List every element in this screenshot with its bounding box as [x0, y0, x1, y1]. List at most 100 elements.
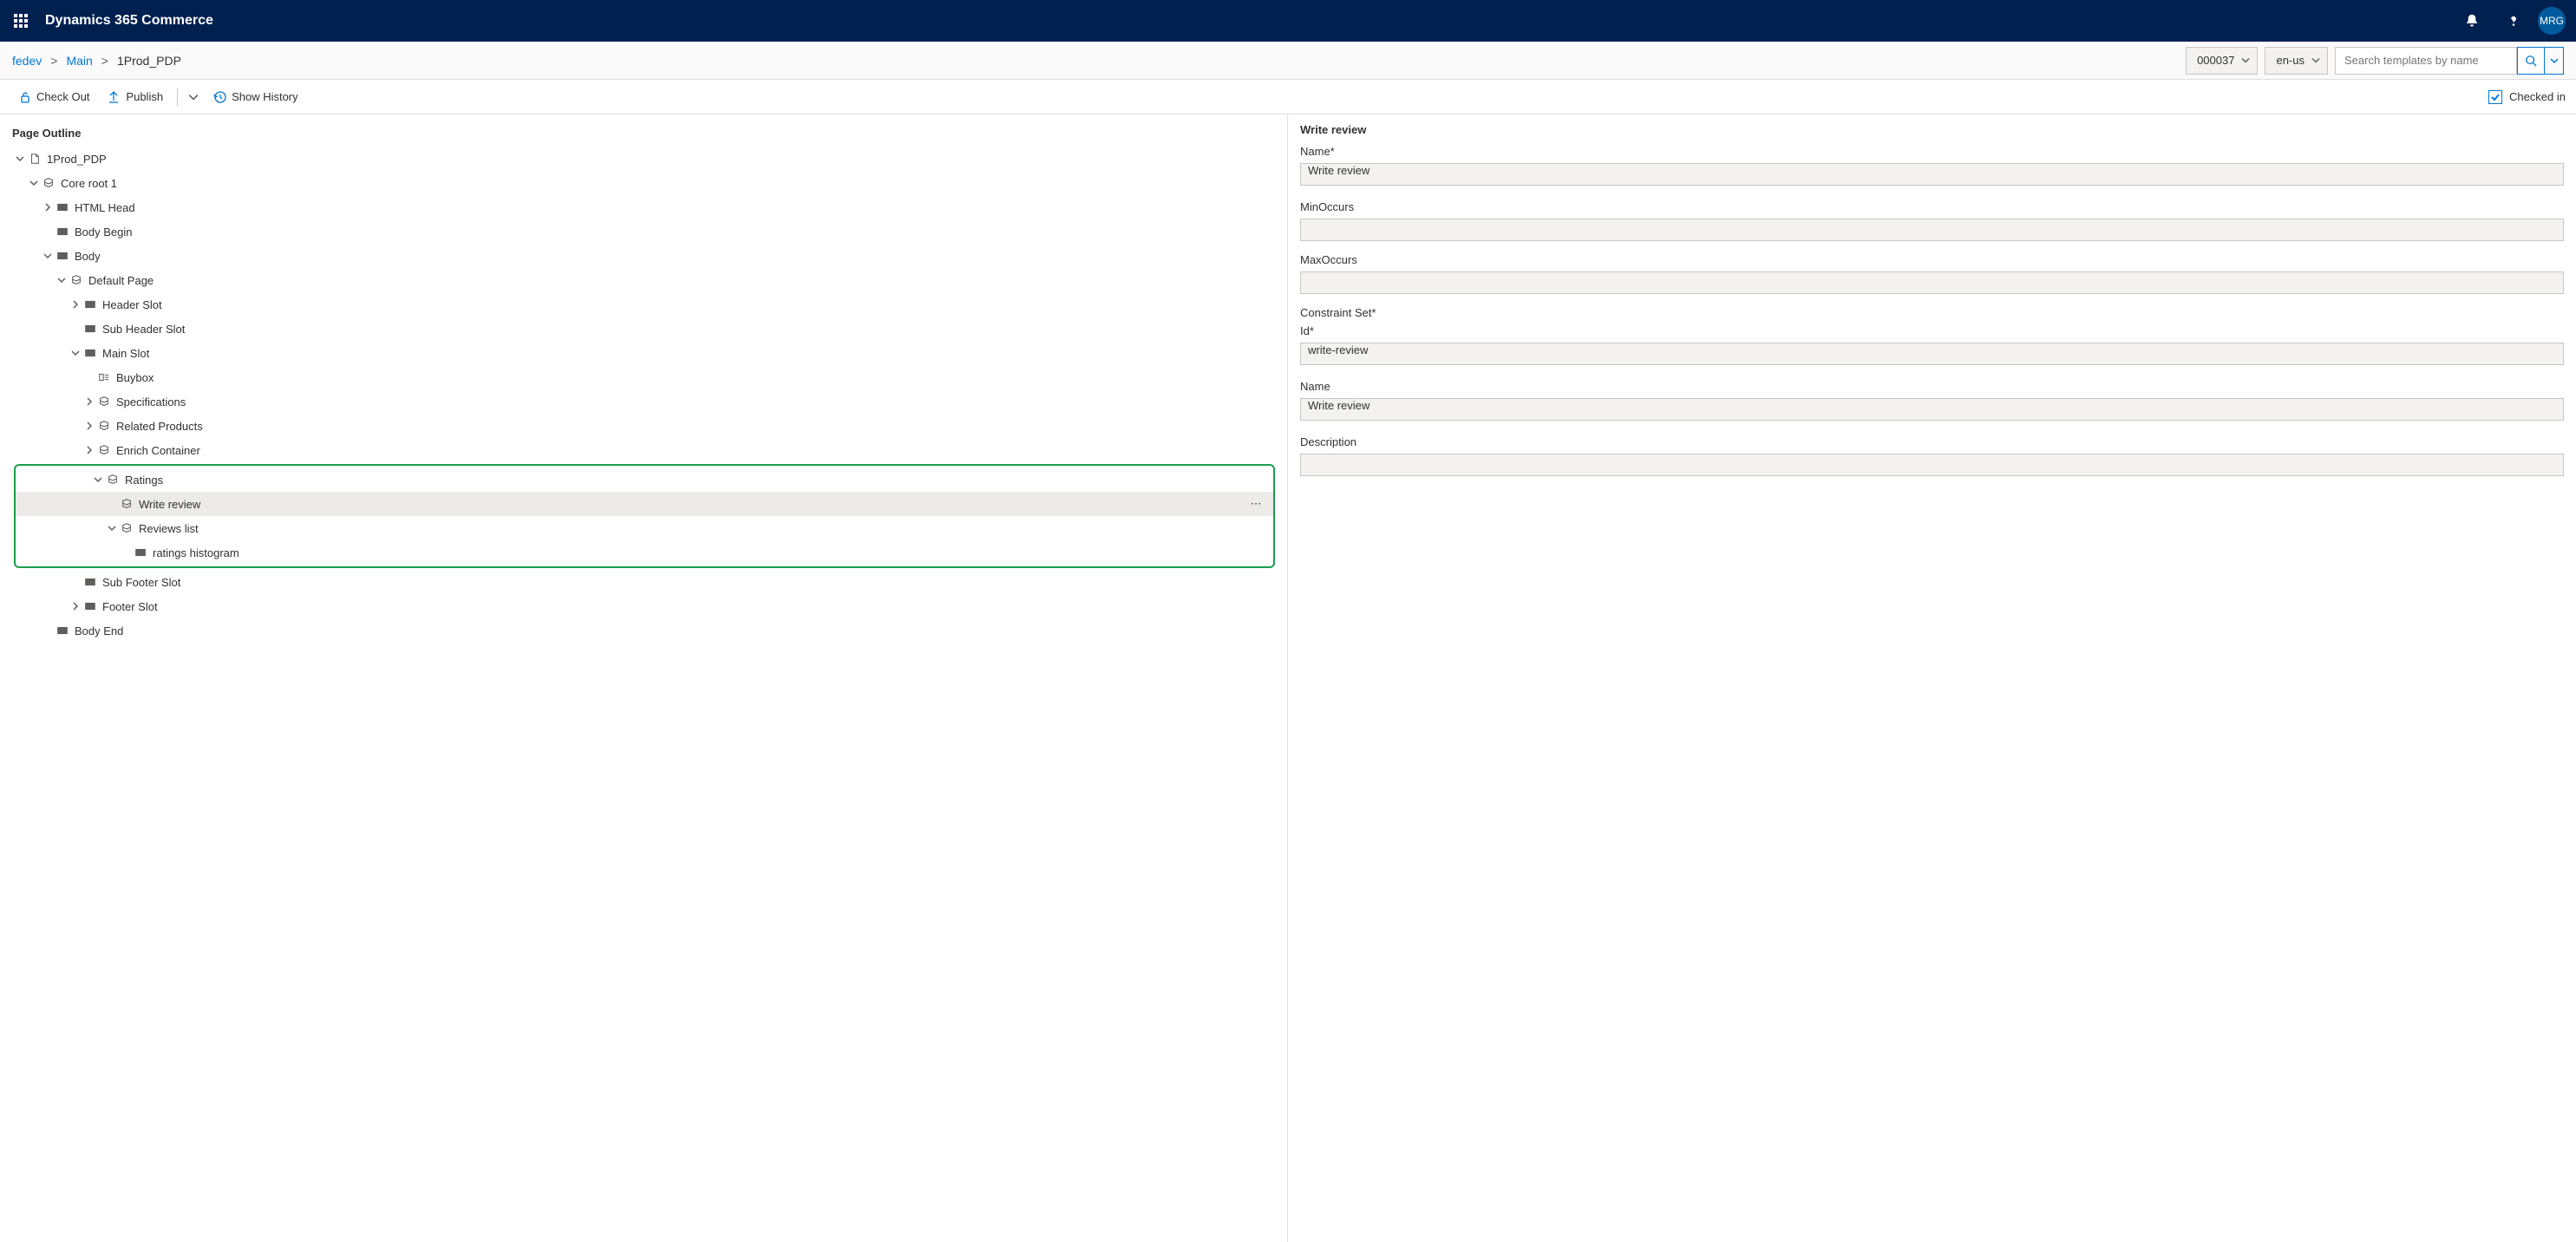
chevron-right-icon[interactable]: [69, 600, 82, 612]
chevron-right-icon[interactable]: [83, 420, 95, 432]
app-title: Dynamics 365 Commerce: [45, 13, 2455, 29]
breadcrumb: fedev > Main > 1Prod_PDP: [12, 54, 2186, 68]
tree-label: Body: [75, 250, 101, 263]
tree-row[interactable]: 1Prod_PDP: [7, 147, 1280, 171]
chevron-down-icon[interactable]: [92, 474, 104, 486]
tree-row[interactable]: Buybox: [7, 365, 1280, 389]
site-id-value: 000037: [2197, 54, 2234, 67]
chevron-right-icon[interactable]: [69, 298, 82, 310]
tree-label: Footer Slot: [102, 600, 158, 613]
chev-none: [69, 323, 82, 335]
name2-input[interactable]: [1300, 398, 2564, 421]
publish-button[interactable]: Publish: [100, 83, 170, 111]
slot-icon: [83, 297, 97, 311]
tree-row[interactable]: Write review⋯: [16, 492, 1273, 516]
tree-row[interactable]: Body End: [7, 618, 1280, 643]
breadcrumb-link-0[interactable]: fedev: [12, 54, 42, 68]
tree-row[interactable]: Core root 1: [7, 171, 1280, 195]
locale-value: en-us: [2276, 54, 2305, 67]
tree-label: Buybox: [116, 371, 154, 384]
slot-icon: [83, 599, 97, 613]
site-id-dropdown[interactable]: 000037: [2186, 47, 2258, 75]
tree-label: Default Page: [88, 274, 154, 287]
chev-none: [69, 576, 82, 588]
checked-in-checkbox[interactable]: [2488, 90, 2502, 104]
chev-none: [42, 624, 54, 637]
tree-row[interactable]: Sub Header Slot: [7, 317, 1280, 341]
tree-row[interactable]: Enrich Container: [7, 438, 1280, 462]
overflow-button[interactable]: [185, 83, 202, 111]
tree-row[interactable]: Specifications: [7, 389, 1280, 414]
search-split-button[interactable]: [2545, 47, 2564, 75]
chevron-right-icon[interactable]: [83, 444, 95, 456]
breadcrumb-current: 1Prod_PDP: [117, 54, 181, 68]
properties-pane: Write review Name* MinOccurs MaxOccurs C…: [1288, 114, 2576, 1242]
user-avatar[interactable]: MRG: [2538, 7, 2566, 35]
notification-icon[interactable]: [2455, 0, 2489, 42]
maxoccurs-input[interactable]: [1300, 271, 2564, 294]
chevron-down-icon[interactable]: [69, 347, 82, 359]
chevron-down-icon[interactable]: [42, 250, 54, 262]
tree-row[interactable]: ratings histogram: [16, 540, 1273, 565]
tree-label: Reviews list: [139, 522, 199, 535]
buybox-icon: [97, 370, 111, 384]
help-icon[interactable]: [2496, 0, 2531, 42]
chev-none: [106, 498, 118, 510]
publish-label: Publish: [126, 90, 163, 103]
id-input[interactable]: [1300, 343, 2564, 365]
waffle-icon[interactable]: [7, 7, 35, 35]
checked-in-label: Checked in: [2509, 90, 2566, 103]
slot-icon: [56, 225, 69, 239]
tree-label: Enrich Container: [116, 444, 200, 457]
locale-dropdown[interactable]: en-us: [2265, 47, 2328, 75]
tree-row[interactable]: Default Page: [7, 268, 1280, 292]
name-input[interactable]: [1300, 163, 2564, 186]
tree-label: Core root 1: [61, 177, 117, 190]
tree-row[interactable]: Header Slot: [7, 292, 1280, 317]
chevron-down-icon[interactable]: [56, 274, 68, 286]
tree-label: 1Prod_PDP: [47, 153, 107, 166]
desc-input[interactable]: [1300, 454, 2564, 476]
desc-label: Description: [1300, 435, 2564, 448]
module-icon: [97, 419, 111, 433]
tree-row[interactable]: HTML Head: [7, 195, 1280, 219]
slot-icon: [83, 346, 97, 360]
maxoccurs-label: MaxOccurs: [1300, 253, 2564, 266]
outline-title: Page Outline: [0, 121, 1287, 147]
chevron-right-icon[interactable]: [42, 201, 54, 213]
checkout-label: Check Out: [36, 90, 89, 103]
minoccurs-input[interactable]: [1300, 219, 2564, 241]
tree-label: Main Slot: [102, 347, 149, 360]
checkout-button[interactable]: Check Out: [10, 83, 96, 111]
chevron-down-icon[interactable]: [106, 522, 118, 534]
tree-row[interactable]: Reviews list: [16, 516, 1273, 540]
tree-row[interactable]: Main Slot: [7, 341, 1280, 365]
breadcrumb-link-1[interactable]: Main: [66, 54, 92, 68]
tree-row[interactable]: Related Products: [7, 414, 1280, 438]
tree-row[interactable]: Sub Footer Slot: [7, 570, 1280, 594]
history-button[interactable]: Show History: [206, 83, 305, 111]
tree-row[interactable]: Ratings: [16, 467, 1273, 492]
search-button[interactable]: [2517, 47, 2545, 75]
chevron-right-icon[interactable]: [83, 395, 95, 408]
chevron-down-icon: [2241, 54, 2250, 67]
tree-row[interactable]: Body Begin: [7, 219, 1280, 244]
id-label: Id*: [1300, 324, 2564, 337]
tree-label: Sub Header Slot: [102, 323, 185, 336]
minoccurs-label: MinOccurs: [1300, 200, 2564, 213]
tree-label: ratings histogram: [153, 546, 239, 559]
more-icon[interactable]: ⋯: [1247, 495, 1265, 513]
tree-label: Related Products: [116, 420, 203, 433]
chevron-down-icon[interactable]: [28, 177, 40, 189]
chevron-down-icon[interactable]: [14, 153, 26, 165]
breadcrumb-bar: fedev > Main > 1Prod_PDP 000037 en-us: [0, 42, 2576, 80]
tree-row[interactable]: Body: [7, 244, 1280, 268]
tree-label: Header Slot: [102, 298, 162, 311]
chev-none: [42, 226, 54, 238]
doc-icon: [28, 152, 42, 166]
tree-label: Sub Footer Slot: [102, 576, 180, 589]
outline-tree: 1Prod_PDP Core root 1 HTML HeadBody Begin B…: [0, 147, 1287, 643]
tree-row[interactable]: Footer Slot: [7, 594, 1280, 618]
search-input[interactable]: [2335, 47, 2517, 75]
divider: [177, 88, 178, 106]
